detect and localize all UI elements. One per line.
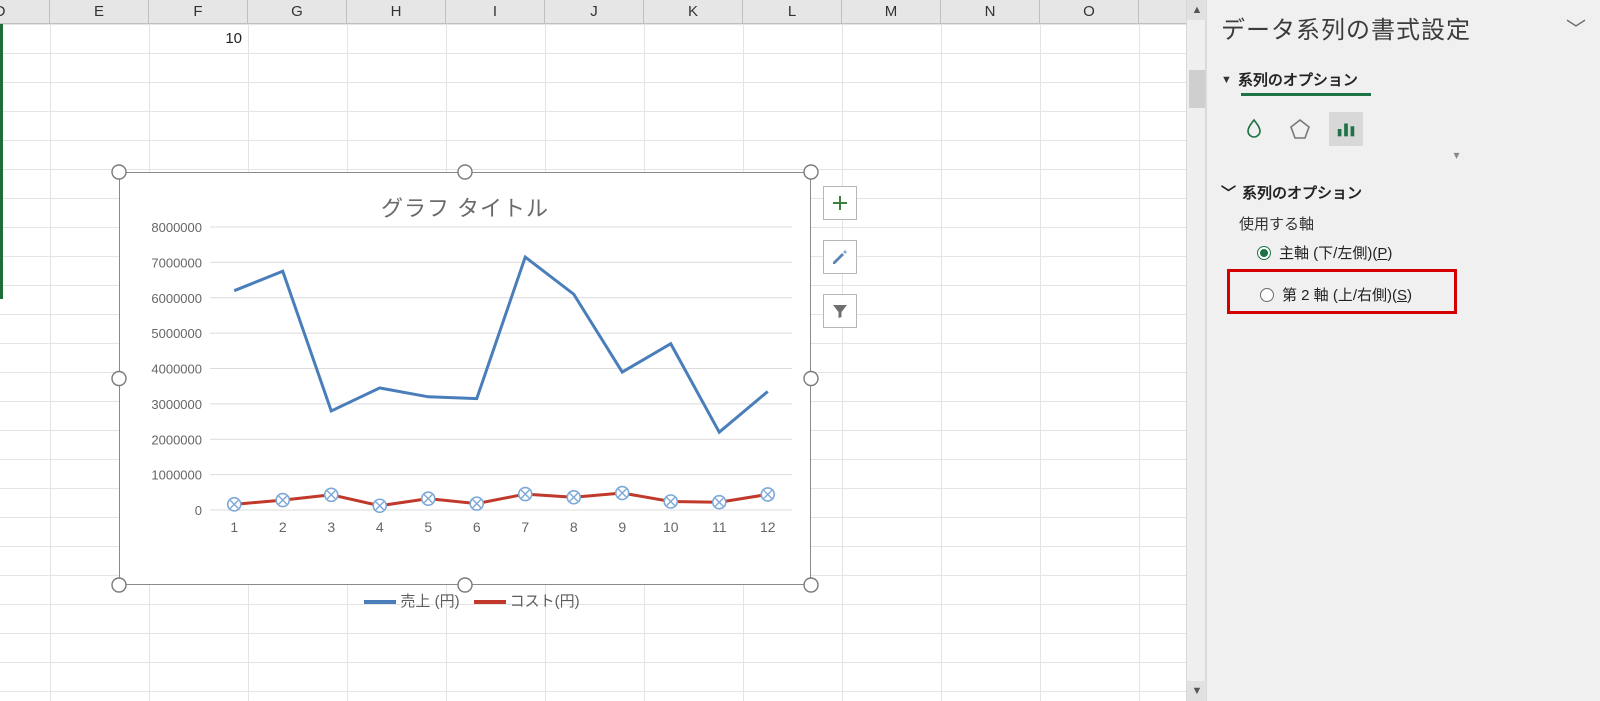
- pane-title: データ系列の書式設定: [1221, 10, 1471, 45]
- collapse-triangle-icon: ▼: [1221, 74, 1232, 86]
- svg-text:0: 0: [195, 503, 202, 518]
- vertical-scrollbar[interactable]: ▲ ▼: [1186, 0, 1206, 701]
- radio-off-icon: [1260, 288, 1274, 302]
- secondary-axis-radio[interactable]: 第 2 軸 (上/右側)(S): [1260, 284, 1446, 305]
- column-header[interactable]: L: [743, 0, 842, 24]
- svg-text:1000000: 1000000: [151, 468, 202, 483]
- svg-text:10: 10: [663, 519, 679, 535]
- chart-plot-area[interactable]: 0 1000000 2000000 3000000 4000000 5000000 6000…: [120, 223, 812, 584]
- chart-elements-button[interactable]: [823, 186, 857, 220]
- primary-axis-text: 主軸 (下/左側)(P): [1279, 242, 1392, 263]
- secondary-axis-highlight: 第 2 軸 (上/右側)(S): [1227, 269, 1457, 314]
- scroll-thumb[interactable]: [1189, 70, 1205, 108]
- legend-entry[interactable]: コスト(円): [510, 593, 580, 610]
- series-options-header[interactable]: ▼ 系列のオプション: [1221, 69, 1586, 90]
- column-header[interactable]: M: [842, 0, 941, 24]
- svg-text:2000000: 2000000: [151, 432, 202, 447]
- series-options-sublabel: 系列のオプション: [1242, 182, 1362, 203]
- selected-tab-caret-icon: ▾: [1327, 148, 1586, 162]
- svg-text:3: 3: [327, 519, 335, 535]
- svg-text:5: 5: [424, 519, 432, 535]
- column-header[interactable]: E: [50, 0, 149, 24]
- column-header[interactable]: F: [149, 0, 248, 24]
- svg-text:4000000: 4000000: [151, 362, 202, 377]
- svg-text:8000000: 8000000: [151, 223, 202, 235]
- scroll-up-arrow[interactable]: ▲: [1187, 0, 1207, 20]
- secondary-axis-text: 第 2 軸 (上/右側)(S): [1282, 284, 1412, 305]
- legend-entry[interactable]: 売上 (円): [400, 593, 459, 610]
- chart-styles-button[interactable]: [823, 240, 857, 274]
- column-header[interactable]: I: [446, 0, 545, 24]
- svg-text:4: 4: [376, 519, 384, 535]
- embedded-chart[interactable]: グラフ タイトル 0 1000000 2000000 3000000 4000000 50…: [119, 172, 811, 585]
- svg-text:6000000: 6000000: [151, 291, 202, 306]
- svg-text:7: 7: [521, 519, 529, 535]
- primary-axis-radio[interactable]: 主軸 (下/左側)(P): [1257, 242, 1586, 263]
- column-header[interactable]: H: [347, 0, 446, 24]
- pane-dropdown-icon[interactable]: ﹀: [1566, 13, 1586, 42]
- selection-edge: [0, 24, 3, 299]
- series-options-subheader[interactable]: ﹀ 系列のオプション: [1221, 182, 1586, 203]
- svg-text:8: 8: [570, 519, 578, 535]
- chart-title[interactable]: グラフ タイトル: [120, 191, 810, 223]
- plot-on-axis-label: 使用する軸: [1239, 213, 1586, 234]
- radio-on-icon: [1257, 246, 1271, 260]
- scroll-down-arrow[interactable]: ▼: [1187, 681, 1207, 701]
- column-header[interactable]: N: [941, 0, 1040, 24]
- format-data-series-pane: データ系列の書式設定 ﹀ ▼ 系列のオプション ▾ ﹀ 系列のオプション 使用す…: [1206, 0, 1600, 701]
- svg-text:11: 11: [712, 519, 727, 535]
- svg-text:3000000: 3000000: [151, 397, 202, 412]
- format-category-icons: [1237, 112, 1586, 146]
- fill-line-icon[interactable]: [1237, 112, 1271, 146]
- effects-icon[interactable]: [1283, 112, 1317, 146]
- series-options-icon[interactable]: [1329, 112, 1363, 146]
- collapse-triangle-icon: ﹀: [1221, 182, 1236, 203]
- svg-text:7000000: 7000000: [151, 255, 202, 270]
- column-header[interactable]: J: [545, 0, 644, 24]
- column-header[interactable]: G: [248, 0, 347, 24]
- column-header-row: DEFGHIJKLMNO: [0, 0, 1186, 24]
- chart-filter-button[interactable]: [823, 294, 857, 328]
- svg-text:2: 2: [279, 519, 287, 535]
- column-header[interactable]: O: [1040, 0, 1139, 24]
- cell-value[interactable]: 10: [149, 30, 242, 47]
- column-header[interactable]: K: [644, 0, 743, 24]
- svg-text:5000000: 5000000: [151, 326, 202, 341]
- chart-legend[interactable]: 売上 (円) コスト(円): [120, 590, 810, 611]
- svg-text:9: 9: [618, 519, 626, 535]
- series-options-label: 系列のオプション: [1238, 69, 1358, 90]
- column-header[interactable]: D: [0, 0, 50, 24]
- svg-text:12: 12: [760, 519, 776, 535]
- svg-text:6: 6: [473, 519, 481, 535]
- svg-text:1: 1: [230, 519, 238, 535]
